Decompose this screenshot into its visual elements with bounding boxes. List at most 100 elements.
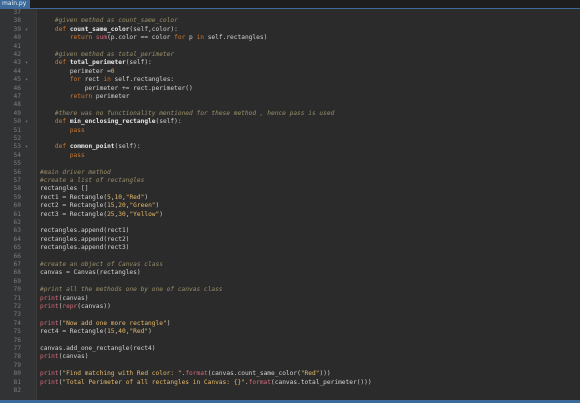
code-token: (canvas.count_same_color( [207,370,301,378]
code-text: return sum(p.color == color for p in sel… [40,34,267,42]
code-token: in [103,76,115,84]
code-text: pass [40,127,85,135]
code-line[interactable]: 44 perimeter =0 [0,68,580,76]
code-line[interactable]: 56 #main driver method [0,169,580,177]
code-line[interactable]: 63 rectangles.append(rect1) [0,227,580,235]
code-token: 25 [107,210,115,218]
editor-area[interactable]: 37 38 #given method as count_same_color 39… [0,9,580,400]
code-line[interactable]: 59 rect1 = Rectangle(5,10,"Red") [0,194,580,202]
code-token: (self,color): [129,25,178,33]
code-line[interactable]: 61 rect3 = Rectangle(25,30,"Yellow") [0,211,580,219]
code-line[interactable]: 67 #create an object of Canvas class [0,261,580,269]
code-token: "Red" [129,328,149,336]
line-number: 59 [13,193,21,201]
code-line[interactable]: 82 [0,387,580,395]
code-line[interactable]: 51 pass [0,127,580,135]
code-line[interactable]: 60 rect2 = Rectangle(15,20,"Green") [0,202,580,210]
line-number: 67 [13,261,21,268]
code-token: common_point [69,143,115,151]
code-line[interactable]: 74 print("Now add one more rectangle") [0,320,580,328]
code-line[interactable]: 70 #print all the methods one by one of c… [0,286,580,294]
fold-toggle-icon[interactable]: ▾ [25,118,28,126]
code-text: #create an object of Canvas class [40,261,163,269]
code-token: #print all the methods one by one of can… [40,286,223,294]
code-token: 30 [118,210,126,218]
code-line[interactable]: 46 perimeter += rect.perimeter() [0,85,580,93]
code-line[interactable]: 40 return sum(p.color == color for p in … [0,34,580,42]
code-token: rect [84,76,104,84]
line-number: 63 [13,227,21,235]
fold-toggle-icon[interactable]: ▾ [25,76,28,84]
code-line[interactable]: 58 rectangles [] [0,185,580,193]
code-line[interactable]: 72 print(repr(canvas)) [0,303,580,311]
line-number: 82 [13,387,21,394]
code-text: def count_same_color(self,color): [40,26,178,34]
code-line[interactable]: 65 rectangles.append(rect3) [0,244,580,252]
line-number: 40 [13,34,21,42]
code-text: print("Total Perimeter of all rectangles… [40,379,372,387]
code-line[interactable]: 64 rectangles.append(rect2) [0,236,580,244]
line-number: 69 [13,277,21,285]
code-token: print [40,319,59,327]
code-line[interactable]: 81 print("Total Perimeter of all rectangl… [0,379,580,387]
code-text: rect1 = Rectangle(5,10,"Red") [40,194,148,202]
line-number: 43 [13,59,21,67]
code-token: "Green" [129,202,156,210]
code-line[interactable]: 54 pass [0,152,580,160]
code-line[interactable]: 49 #there was no functionality mentioned… [0,110,580,118]
code-token: p [189,34,197,42]
code-line[interactable]: 76 [0,337,580,345]
code-line[interactable]: 45 ▾ for rect in self.rectangles: [0,76,580,84]
code-text: print("Find matching with Red color: ".f… [40,370,331,378]
code-line[interactable]: 41 [0,43,580,51]
line-number: 39 [13,25,21,33]
code-line[interactable]: 55 [0,160,580,168]
code-line[interactable]: 68 canvas = Canvas(rectangles) [0,269,580,277]
code-line[interactable]: 79 [0,362,580,370]
code-token: "Total Perimeter of all rectangles in Ca… [62,378,245,386]
code-line[interactable]: 73 [0,311,580,319]
code-line[interactable]: 66 [0,253,580,261]
code-text: rectangles.append(rect3) [40,244,129,252]
code-line[interactable]: 43 ▾ def total_perimeter(self): [0,59,580,67]
fold-toggle-icon[interactable]: ▾ [25,143,28,151]
code-token: perimeter += rect.perimeter() [84,84,193,92]
code-token: sum [95,34,108,42]
code-line[interactable]: 39 ▾ def count_same_color(self,color): [0,26,580,34]
code-line[interactable]: 50 ▾ def min_enclosing_rectangle(self): [0,118,580,126]
line-number: 44 [13,67,21,75]
code-token: (p.color == color [107,34,175,42]
code-line[interactable]: 71 print(canvas) [0,295,580,303]
code-token: 40 [118,328,126,336]
code-token: print [40,378,59,386]
code-line[interactable]: 57 #create a list of rectangles [0,177,580,185]
line-number: 54 [13,151,21,159]
code-line[interactable]: 62 [0,219,580,227]
code-text: #print all the methods one by one of can… [40,286,223,294]
code-line[interactable]: 53 ▾ def common_point(self): [0,143,580,151]
code-token: ) [144,193,149,201]
tab-main-py[interactable]: main.py [0,0,30,8]
code-token: for [174,34,190,42]
code-token: 10 [114,193,122,201]
code-line[interactable]: 75 rect4 = Rectangle(15,40,"Red") [0,328,580,336]
code-token: def [54,59,70,67]
fold-toggle-icon[interactable]: ▾ [25,26,28,34]
code-line[interactable]: 80 print("Find matching with Red color: "… [0,370,580,378]
line-number: 56 [13,168,21,176]
code-line[interactable]: 47 return perimeter [0,93,580,101]
code-token: (canvas)) [77,303,111,310]
code-line[interactable]: 78 print(canvas) [0,353,580,361]
fold-toggle-icon[interactable]: ▾ [25,59,28,67]
code-line[interactable]: 48 [0,101,580,109]
line-number: 51 [13,126,21,134]
code-line[interactable]: 38 #given method as count_same_color [0,17,580,25]
code-line[interactable]: 69 [0,278,580,286]
code-token: #create a list of rectangles [40,177,145,184]
line-number: 78 [13,353,21,361]
code-editor-window: main.py 37 38 #given method as count_same… [0,0,580,403]
line-number: 46 [13,84,21,92]
code-token: total_perimeter [69,59,126,67]
code-line[interactable]: 77 canvas.add_one_rectangle(rect4) [0,345,580,353]
code-token: rectangles [] [40,185,89,193]
